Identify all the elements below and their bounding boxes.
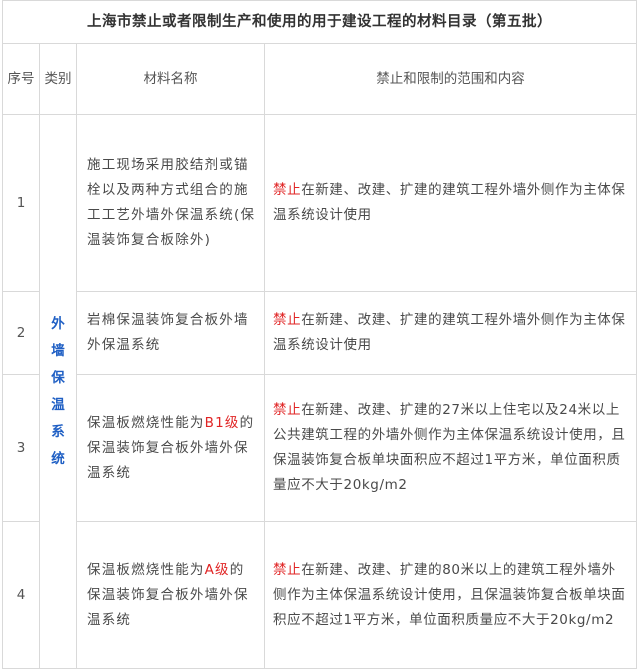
material-name: 保温板燃烧性能为A级的保温装饰复合板外墙外保温系统	[76, 521, 265, 669]
header-scope: 禁止和限制的范围和内容	[264, 43, 637, 115]
header-material: 材料名称	[76, 43, 265, 115]
table-row: 4 保温板燃烧性能为A级的保温装饰复合板外墙外保温系统 禁止在新建、改建、扩建的…	[2, 521, 637, 669]
scope-text: 在新建、改建、扩建的27米以上住宅以及24米以上公共建筑工程的外墙外侧作为主体保…	[273, 402, 626, 493]
scope-text: 在新建、改建、扩建的建筑工程外墙外侧作为主体保温系统设计使用	[273, 182, 626, 223]
row-number: 3	[2, 374, 40, 522]
table-row: 3 保温板燃烧性能为B1级的保温装饰复合板外墙外保温系统 禁止在新建、改建、扩建…	[2, 374, 637, 522]
material-name: 保温板燃烧性能为B1级的保温装饰复合板外墙外保温系统	[76, 374, 265, 522]
prohibited-label: 禁止	[273, 312, 302, 328]
scope-cell: 禁止在新建、改建、扩建的建筑工程外墙外侧作为主体保温系统设计使用	[264, 114, 637, 292]
row-number: 4	[2, 521, 40, 669]
scope-cell: 禁止在新建、改建、扩建的80米以上的建筑工程外墙外侧作为主体保温系统设计使用，且…	[264, 521, 637, 669]
materials-table: 上海市禁止或者限制生产和使用的用于建设工程的材料目录（第五批） 序号 类别 材料…	[2, 0, 637, 669]
material-text: 保温板燃烧性能为	[87, 414, 205, 431]
prohibited-label: 禁止	[273, 182, 302, 198]
material-name: 施工现场采用胶结剂或锚栓以及两种方式组合的施工工艺外墙外保温系统(保温装饰复合板…	[76, 114, 265, 292]
category-cell: 外墙保温系统	[39, 114, 77, 669]
prohibited-label: 禁止	[273, 561, 302, 578]
title-row: 上海市禁止或者限制生产和使用的用于建设工程的材料目录（第五批）	[2, 0, 637, 44]
header-row: 序号 类别 材料名称 禁止和限制的范围和内容	[2, 43, 637, 115]
header-category: 类别	[39, 43, 77, 115]
table-row: 1 外墙保温系统 施工现场采用胶结剂或锚栓以及两种方式组合的施工工艺外墙外保温系…	[2, 114, 637, 669]
header-no: 序号	[2, 43, 40, 115]
scope-text: 在新建、改建、扩建的80米以上的建筑工程外墙外侧作为主体保温系统设计使用，且保温…	[273, 561, 626, 628]
row-number: 1	[2, 114, 40, 292]
prohibited-label: 禁止	[273, 402, 302, 418]
category-label: 外墙保温系统	[51, 315, 65, 467]
row-number: 2	[2, 291, 40, 375]
scope-cell: 禁止在新建、改建、扩建的27米以上住宅以及24米以上公共建筑工程的外墙外侧作为主…	[264, 374, 637, 522]
scope-cell: 禁止在新建、改建、扩建的建筑工程外墙外侧作为主体保温系统设计使用	[264, 291, 637, 375]
fire-grade-label: A级	[204, 561, 230, 578]
table-title: 上海市禁止或者限制生产和使用的用于建设工程的材料目录（第五批）	[2, 0, 637, 44]
material-name: 岩棉保温装饰复合板外墙外保温系统	[76, 291, 265, 375]
scope-text: 在新建、改建、扩建的建筑工程外墙外侧作为主体保温系统设计使用	[273, 312, 626, 353]
fire-grade-label: B1级	[204, 414, 240, 431]
material-text: 保温板燃烧性能为	[87, 561, 205, 578]
table-row: 2 岩棉保温装饰复合板外墙外保温系统 禁止在新建、改建、扩建的建筑工程外墙外侧作…	[2, 291, 637, 375]
